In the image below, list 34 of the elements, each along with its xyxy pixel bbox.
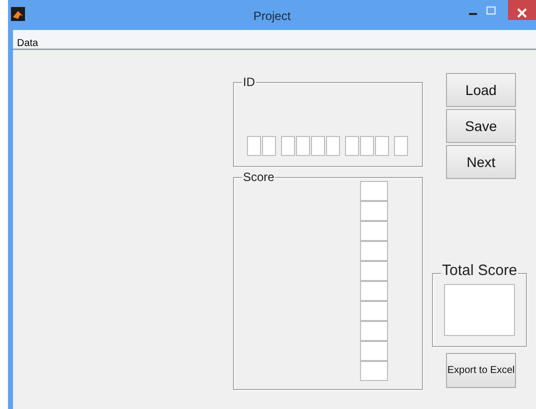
score-field[interactable]: [360, 181, 388, 201]
score-field[interactable]: [360, 281, 388, 301]
maximize-icon[interactable]: [486, 6, 496, 16]
group-title: Score: [242, 170, 276, 184]
close-button[interactable]: [508, 0, 536, 20]
id-digit-field[interactable]: [375, 136, 389, 156]
score-field[interactable]: [360, 221, 388, 241]
score-field[interactable]: [360, 301, 388, 321]
score-field[interactable]: [360, 201, 388, 221]
menu-item[interactable]: Data: [13, 34, 42, 53]
id-digit-field[interactable]: [311, 136, 325, 156]
next-button[interactable]: Next: [446, 145, 516, 179]
group-title: Total Score: [441, 264, 518, 278]
export-button[interactable]: Export to Excel: [446, 353, 516, 388]
score-field[interactable]: [360, 241, 388, 261]
close-icon: [517, 8, 527, 18]
score-field[interactable]: [360, 361, 388, 381]
id-digit-field[interactable]: [247, 136, 261, 156]
score-field[interactable]: [360, 341, 388, 361]
score-field[interactable]: [360, 321, 388, 341]
id-digit-field[interactable]: [360, 136, 374, 156]
id-digit-field[interactable]: [262, 136, 276, 156]
id-digit-field[interactable]: [394, 136, 408, 156]
app-icon: [11, 7, 25, 21]
score-field[interactable]: [360, 261, 388, 281]
id-digit-field[interactable]: [326, 136, 340, 156]
id-digit-field[interactable]: [345, 136, 359, 156]
total-score-field[interactable]: [444, 284, 515, 336]
group-title: ID: [242, 75, 256, 89]
save-button[interactable]: Save: [446, 109, 516, 143]
load-button[interactable]: Load: [446, 73, 516, 107]
id-digit-field[interactable]: [296, 136, 310, 156]
window-title: Project: [252, 8, 292, 25]
id-digit-field[interactable]: [281, 136, 295, 156]
